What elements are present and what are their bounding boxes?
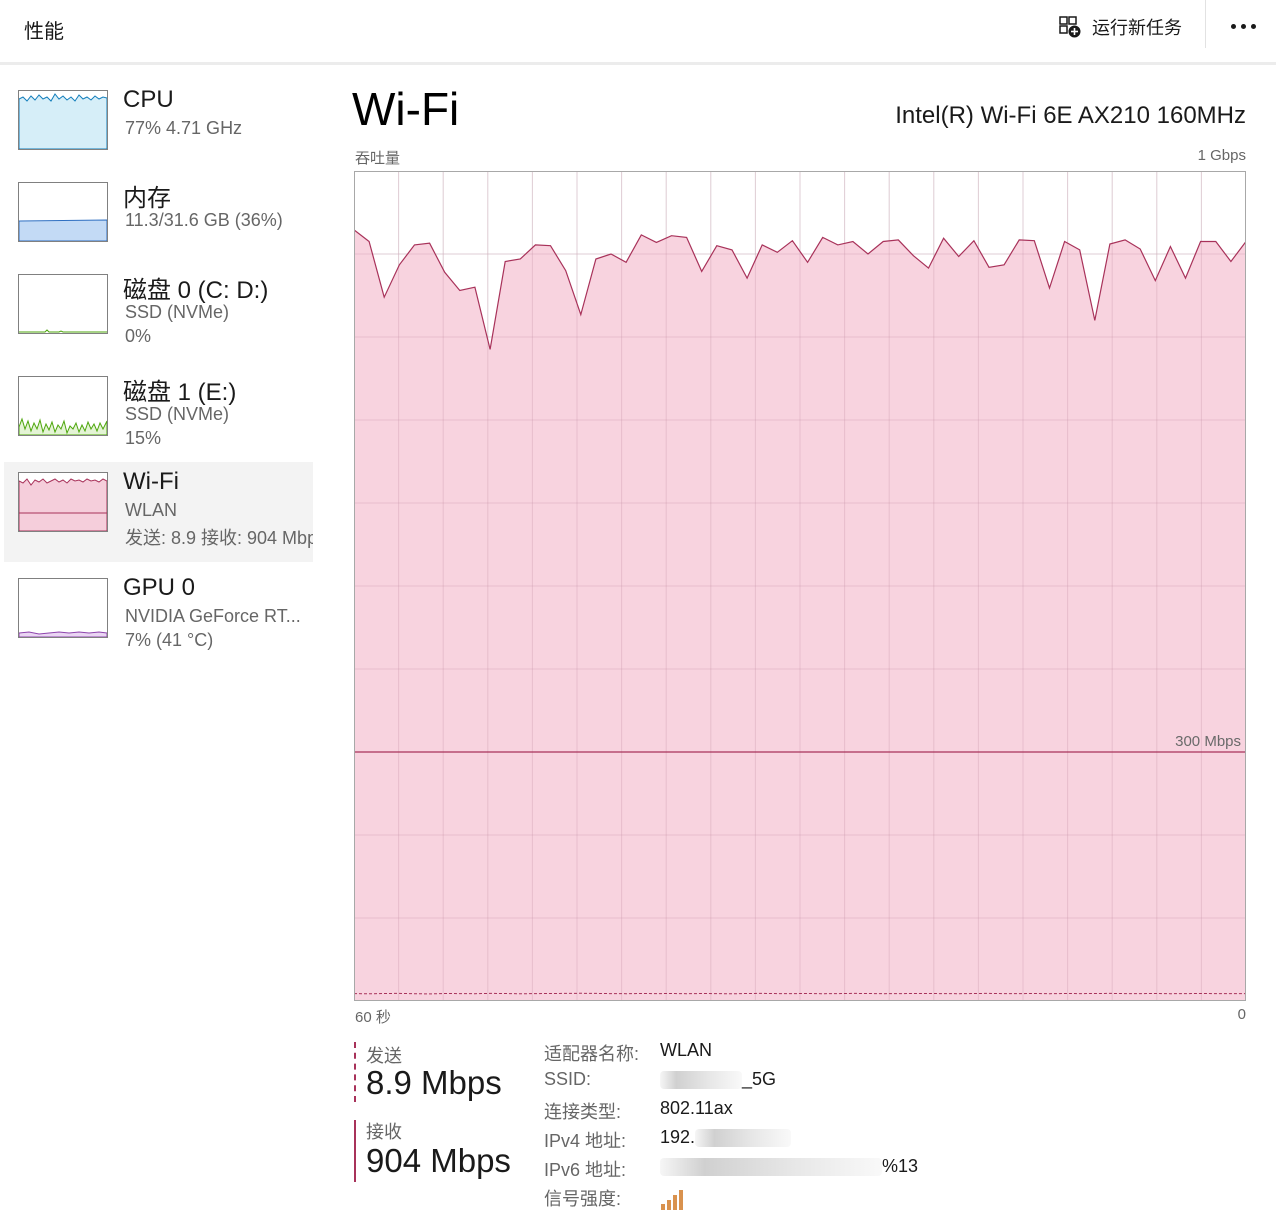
redacted-blur [660, 1158, 882, 1177]
disk-0-thumbnail-graph [18, 274, 108, 334]
sidebar-item-memory[interactable]: 内存 11.3/31.6 GB (36%) [4, 172, 313, 272]
graph-label-throughput: 吞吐量 [355, 150, 401, 167]
sidebar-item-detail: 11.3/31.6 GB (36%) [125, 210, 283, 230]
main-title: Wi-Fi [352, 83, 460, 135]
sidebar-item-disk-0[interactable]: 磁盘 0 (C: D:) SSD (NVMe) 0% [4, 264, 313, 364]
more-dot-icon [1250, 23, 1256, 29]
ipv4-visible-part: 192. [660, 1127, 696, 1147]
property-key: SSID: [544, 1069, 592, 1089]
redacted-blur [660, 1071, 742, 1090]
memory-thumbnail-graph [18, 182, 108, 242]
adapter-name: Intel(R) Wi-Fi 6E AX210 160MHz [895, 102, 1246, 129]
gpu-0-thumbnail-area [19, 631, 107, 637]
signal-strength-icon [661, 1190, 683, 1210]
property-key: 信号强度: [544, 1189, 622, 1209]
gpu-0-thumbnail-graph [18, 578, 108, 638]
cpu-thumbnail-area [19, 93, 107, 149]
sidebar-item-title: GPU 0 [123, 574, 196, 601]
sidebar-item-title: 磁盘 0 (C: D:) [123, 277, 269, 304]
scale-reference-label: 300 Mbps [1175, 733, 1241, 750]
disk-1-thumbnail-graph [18, 376, 108, 436]
sidebar-item-detail: WLAN [125, 500, 178, 520]
sidebar-item-usage: 发送: 8.9 接收: 904 Mbps [125, 528, 313, 548]
sidebar-item-title: 内存 [123, 185, 171, 212]
send-stat: 发送 8.9 Mbps [354, 1042, 524, 1102]
sidebar-item-wifi[interactable]: Wi-Fi WLAN 发送: 8.9 接收: 904 Mbps [4, 462, 313, 562]
send-legend-bar [354, 1042, 356, 1102]
graph-time-start: 60 秒 [355, 1009, 391, 1026]
property-key: IPv6 地址: [544, 1160, 627, 1180]
sidebar-item-title: 磁盘 1 (E:) [123, 379, 237, 406]
property-value: 802.11ax [660, 1098, 733, 1118]
sidebar-item-detail: SSD (NVMe) [125, 302, 230, 322]
sidebar-item-title: Wi-Fi [123, 468, 179, 495]
redacted-blur [695, 1129, 792, 1148]
graph-max-label: 1 Gbps [1197, 147, 1246, 164]
sidebar-item-usage: 15% [125, 428, 162, 448]
disk-1-thumbnail-area [19, 417, 107, 435]
receive-value: 904 Mbps [366, 1142, 511, 1179]
disk-0-thumbnail-area [19, 329, 107, 333]
property-value: 192. [660, 1127, 792, 1148]
property-key: 连接类型: [544, 1102, 622, 1122]
sidebar-item-detail: SSD (NVMe) [125, 404, 230, 424]
header-divider [1205, 0, 1206, 48]
sidebar-item-cpu[interactable]: CPU 77% 4.71 GHz [4, 80, 313, 180]
run-new-task-label: 运行新任务 [1092, 18, 1182, 38]
property-value: WLAN [660, 1040, 713, 1060]
more-dot-icon [1230, 23, 1236, 29]
header-divider-line [0, 62, 1276, 65]
page-title: 性能 [24, 21, 64, 43]
sidebar-item-detail: NVIDIA GeForce RT... [125, 606, 301, 626]
memory-thumbnail-area [19, 219, 107, 241]
sidebar-item-usage: 7% (41 °C) [125, 630, 214, 650]
cpu-thumbnail-graph [18, 90, 108, 150]
property-key: 适配器名称: [544, 1044, 640, 1064]
receive-label: 接收 [366, 1122, 402, 1142]
send-value: 8.9 Mbps [366, 1064, 502, 1101]
sidebar-item-gpu-0[interactable]: GPU 0 NVIDIA GeForce RT... 7% (41 °C) [4, 568, 313, 668]
sidebar-item-title: CPU [123, 86, 174, 113]
receive-legend-bar [354, 1120, 356, 1182]
more-dot-icon [1240, 23, 1246, 29]
run-new-task-button[interactable]: 运行新任务 [1058, 12, 1182, 42]
sidebar-item-usage: 0% [125, 326, 152, 346]
title-bar: 性能 运行新任务 [0, 0, 1276, 62]
property-key: IPv4 地址: [544, 1131, 627, 1151]
sidebar-item-disk-1[interactable]: 磁盘 1 (E:) SSD (NVMe) 15% [4, 366, 313, 466]
receive-stat: 接收 904 Mbps [354, 1120, 524, 1182]
property-value: _5G [660, 1069, 776, 1090]
sidebar-item-wifi-content: Wi-Fi WLAN 发送: 8.9 接收: 904 Mbps [4, 462, 313, 562]
wifi-thumbnail-area [19, 478, 107, 531]
graph-time-end: 0 [1237, 1006, 1246, 1023]
sidebar: CPU 77% 4.71 GHz 内存 11.3/31.6 GB (36%) 磁… [0, 66, 314, 686]
ssid-visible-part: _5G [742, 1069, 777, 1089]
more-options-button[interactable] [1226, 14, 1260, 38]
ipv6-visible-part: %13 [882, 1156, 919, 1176]
property-value: %13 [660, 1156, 918, 1177]
wifi-thumbnail-graph [18, 472, 108, 532]
throughput-graph: 300 Mbps [354, 171, 1246, 1001]
run-new-task-icon [1059, 16, 1081, 38]
sidebar-item-detail: 77% 4.71 GHz [125, 118, 243, 138]
